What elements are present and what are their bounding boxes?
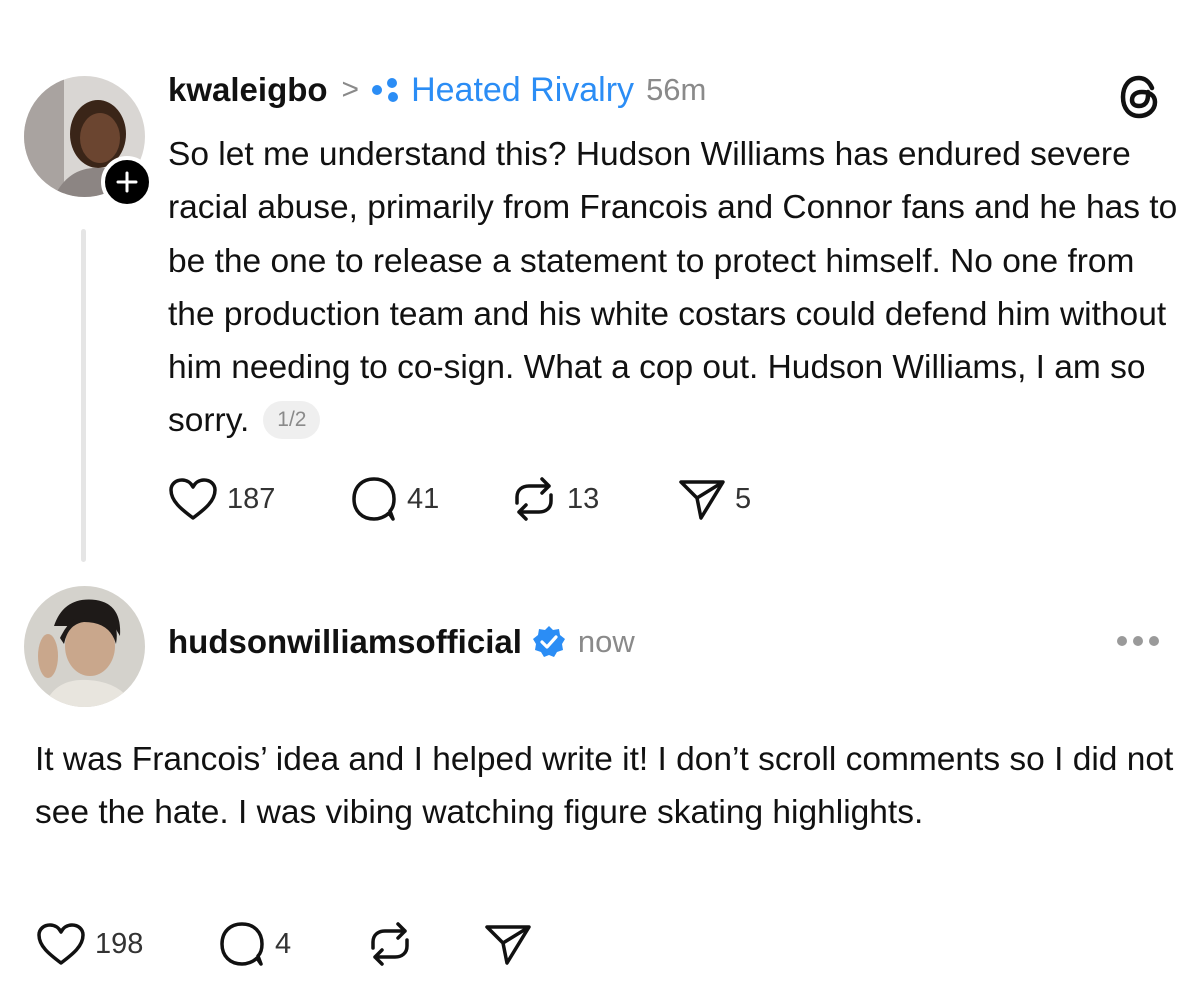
post2-time: now	[577, 624, 635, 659]
verified-badge-icon	[532, 625, 566, 659]
comment-count: 4	[275, 927, 292, 960]
post2-username[interactable]: hudsonwilliamsofficial	[168, 623, 522, 661]
share-button[interactable]	[483, 921, 533, 967]
post1-body: So let me understand this? Hudson Willia…	[168, 136, 1178, 440]
like-button[interactable]: 187	[167, 476, 349, 522]
threads-logo-icon[interactable]	[1118, 74, 1164, 125]
comment-bubble-icon	[352, 477, 396, 521]
send-icon	[679, 480, 725, 520]
follow-button[interactable]	[101, 156, 153, 208]
repost-icon	[515, 477, 553, 521]
comment-button[interactable]: 41	[349, 475, 509, 523]
post1-time: 56m	[646, 72, 707, 107]
post2-text: It was Francois’ idea and I helped write…	[35, 741, 1174, 832]
post1-actions: 187 41 13 5	[167, 475, 751, 523]
thread-line	[81, 229, 86, 562]
community-dots-icon	[371, 77, 403, 103]
community-link[interactable]: Heated Rivalry	[371, 71, 634, 110]
post1-header: kwaleigbo > Heated Rivalry 56m	[168, 70, 706, 110]
share-count: 5	[735, 482, 752, 515]
post1-text: So let me understand this? Hudson Willia…	[168, 128, 1178, 448]
post2-header: hudsonwilliamsofficial now	[168, 620, 635, 664]
heart-icon	[169, 478, 217, 520]
repost-button[interactable]	[365, 920, 483, 968]
post1-username[interactable]: kwaleigbo	[168, 71, 328, 109]
like-button[interactable]: 198	[35, 921, 217, 967]
comment-count: 41	[407, 482, 440, 515]
comment-bubble-icon	[220, 922, 264, 966]
share-button[interactable]: 5	[677, 476, 751, 522]
plus-icon	[116, 171, 138, 193]
post2-actions: 198 4	[35, 920, 533, 968]
chevron-right-icon: >	[341, 73, 360, 106]
more-icon[interactable]	[1117, 636, 1159, 646]
page-indicator[interactable]: 1/2	[263, 400, 321, 439]
repost-count: 13	[567, 482, 600, 515]
like-count: 198	[95, 927, 144, 960]
heart-icon	[37, 923, 85, 965]
repost-icon	[371, 922, 409, 966]
avatar-hudsonwilliamsofficial[interactable]	[24, 586, 145, 707]
comment-button[interactable]: 4	[217, 920, 365, 968]
send-icon	[485, 925, 531, 965]
community-name: Heated Rivalry	[411, 70, 635, 109]
like-count: 187	[227, 482, 276, 515]
repost-button[interactable]: 13	[509, 475, 677, 523]
